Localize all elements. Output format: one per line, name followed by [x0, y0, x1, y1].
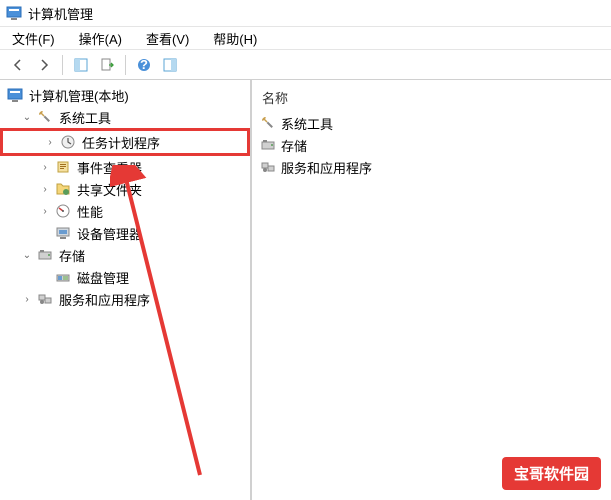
- event-icon: [55, 159, 71, 175]
- expand-icon[interactable]: ›: [43, 135, 57, 149]
- tree-label: 任务计划程序: [79, 132, 163, 153]
- tree-system-tools[interactable]: ⌄ 系统工具: [0, 106, 250, 128]
- watermark: 宝哥软件园: [502, 457, 601, 490]
- forward-button[interactable]: [32, 53, 56, 77]
- tree-label: 磁盘管理: [74, 267, 132, 288]
- app-icon: [6, 5, 22, 21]
- services-icon: [260, 159, 276, 175]
- collapse-icon[interactable]: ⌄: [20, 110, 34, 124]
- list-item-services[interactable]: 服务和应用程序: [252, 156, 611, 178]
- tree-device-manager[interactable]: 设备管理器: [0, 222, 250, 244]
- device-icon: [55, 225, 71, 241]
- expand-icon[interactable]: ›: [38, 204, 52, 218]
- list-item-system-tools[interactable]: 系统工具: [252, 112, 611, 134]
- performance-icon: [55, 203, 71, 219]
- toolbar-separator: [62, 55, 63, 75]
- menu-file[interactable]: 文件(F): [8, 27, 59, 50]
- tree-root[interactable]: 计算机管理(本地): [0, 84, 250, 106]
- titlebar: 计算机管理: [0, 0, 611, 26]
- tree-label: 系统工具: [56, 107, 114, 128]
- storage-icon: [260, 137, 276, 153]
- tools-icon: [37, 109, 53, 125]
- list-item-storage[interactable]: 存储: [252, 134, 611, 156]
- back-button[interactable]: [6, 53, 30, 77]
- tree-storage[interactable]: ⌄ 存储: [0, 244, 250, 266]
- tree-event-viewer[interactable]: › 事件查看器: [0, 156, 250, 178]
- computer-mgmt-icon: [7, 87, 23, 103]
- menu-action[interactable]: 操作(A): [75, 27, 126, 50]
- tree-label: 共享文件夹: [74, 179, 145, 200]
- expand-icon[interactable]: ›: [20, 292, 34, 306]
- show-hide-tree-button[interactable]: [69, 53, 93, 77]
- menu-view[interactable]: 查看(V): [142, 27, 193, 50]
- tree-label: 计算机管理(本地): [26, 85, 132, 106]
- collapse-icon[interactable]: ⌄: [20, 248, 34, 262]
- tree-label: 性能: [74, 201, 106, 222]
- toolbar: ?: [0, 50, 611, 80]
- tree-shared-folders[interactable]: › 共享文件夹: [0, 178, 250, 200]
- shared-folder-icon: [55, 181, 71, 197]
- tree-label: 事件查看器: [74, 157, 145, 178]
- list-item-label: 服务和应用程序: [281, 158, 372, 177]
- main-content: 计算机管理(本地) ⌄ 系统工具 › 任务计划程序 › 事件查看器 › 共享文件…: [0, 80, 611, 500]
- list-column-header[interactable]: 名称: [252, 84, 611, 112]
- list-panel: 名称 系统工具 存储 服务和应用程序: [252, 80, 611, 500]
- svg-text:?: ?: [140, 57, 148, 72]
- annotation-highlight: › 任务计划程序: [0, 128, 250, 156]
- menu-help[interactable]: 帮助(H): [209, 27, 261, 50]
- list-item-label: 存储: [281, 136, 307, 155]
- tools-icon: [260, 115, 276, 131]
- spacer: [38, 226, 52, 240]
- tree-performance[interactable]: › 性能: [0, 200, 250, 222]
- window-title: 计算机管理: [28, 4, 93, 23]
- spacer: [38, 270, 52, 284]
- help-button[interactable]: ?: [132, 53, 156, 77]
- toolbar-separator: [125, 55, 126, 75]
- tree-label: 服务和应用程序: [56, 289, 153, 310]
- tree-services[interactable]: › 服务和应用程序: [0, 288, 250, 310]
- expand-icon[interactable]: ›: [38, 182, 52, 196]
- expand-icon[interactable]: ›: [38, 160, 52, 174]
- menubar: 文件(F) 操作(A) 查看(V) 帮助(H): [0, 26, 611, 50]
- services-icon: [37, 291, 53, 307]
- properties-button[interactable]: [158, 53, 182, 77]
- storage-icon: [37, 247, 53, 263]
- tree-task-scheduler[interactable]: › 任务计划程序: [5, 131, 207, 153]
- disk-icon: [55, 269, 71, 285]
- tree-disk-mgmt[interactable]: 磁盘管理: [0, 266, 250, 288]
- clock-icon: [60, 134, 76, 150]
- tree-panel: 计算机管理(本地) ⌄ 系统工具 › 任务计划程序 › 事件查看器 › 共享文件…: [0, 80, 252, 500]
- tree-label: 设备管理器: [74, 223, 145, 244]
- tree-label: 存储: [56, 245, 88, 266]
- export-button[interactable]: [95, 53, 119, 77]
- list-item-label: 系统工具: [281, 114, 333, 133]
